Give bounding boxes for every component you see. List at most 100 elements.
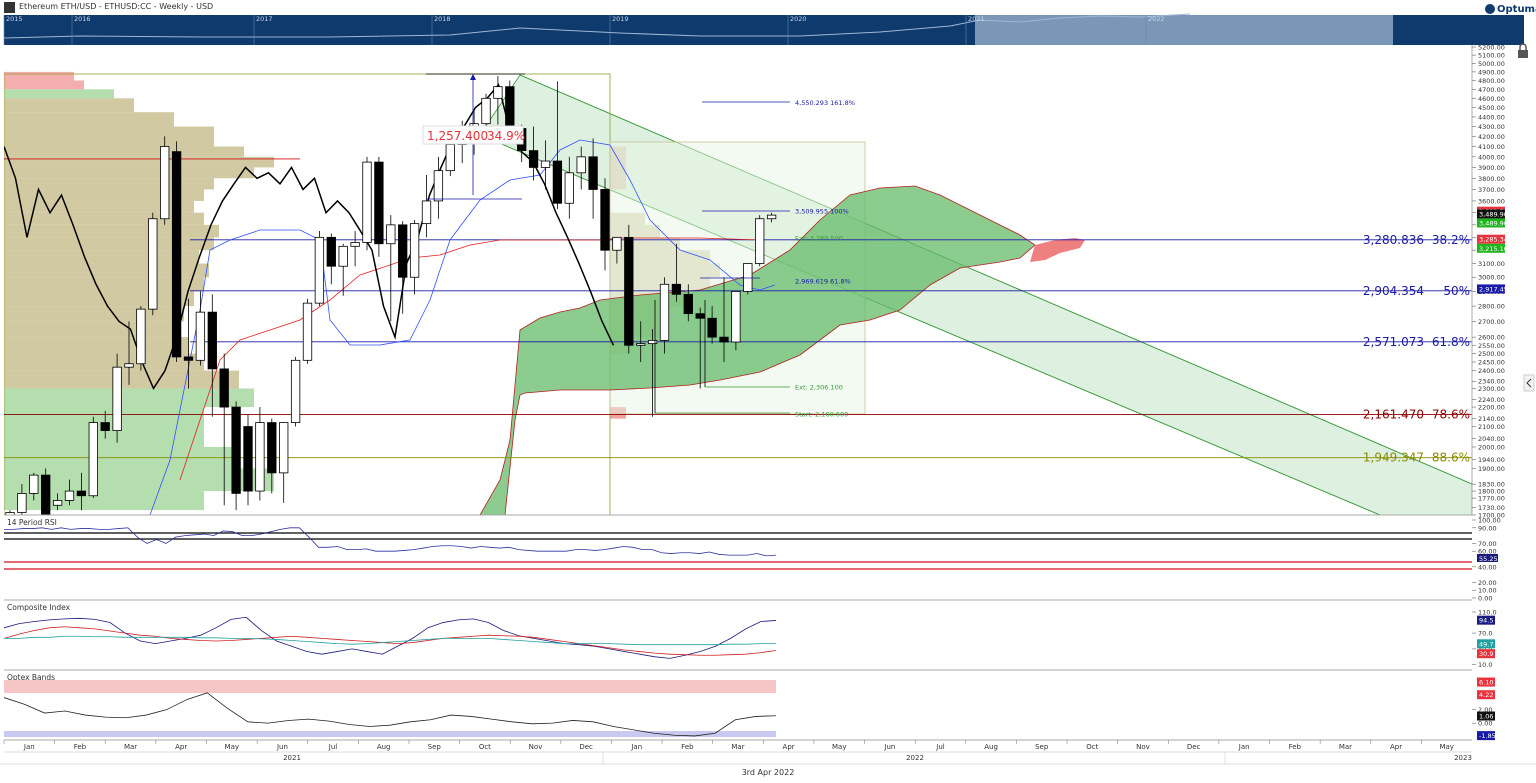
navigator-selection[interactable] [975, 15, 1393, 45]
volume-profile-bar [4, 156, 274, 168]
month-label: Dec [1187, 743, 1201, 751]
candle-body [612, 236, 622, 251]
candle-body [207, 311, 217, 370]
candle-body [136, 308, 146, 365]
collapse-panel-icon[interactable] [1523, 374, 1535, 392]
month-label: Jul [935, 743, 945, 751]
candle-body [433, 170, 444, 202]
volume-profile-bar [4, 388, 254, 408]
candle-body [421, 200, 432, 225]
candle-body [279, 422, 289, 474]
candle-body [52, 500, 63, 506]
time-axis[interactable]: Jan Feb Mar Apr May Jun Jul Aug Sep Oct Nov Dec Jan F… [0, 739, 1536, 777]
volume-profile-bar [4, 89, 114, 99]
month-label: Jun [883, 743, 895, 751]
volume-profile-bar [4, 167, 254, 179]
month-label: Sep [428, 743, 442, 751]
indicator-tick-label: 70.0 [1478, 630, 1492, 638]
rsi-line [4, 527, 777, 557]
menu-icon[interactable] [4, 2, 15, 13]
candle-body [302, 302, 313, 361]
indicator-tag-text: 49.7 [1479, 640, 1493, 648]
month-label: Feb [1289, 743, 1302, 751]
fib-level-price: 2,571.073 [1363, 335, 1424, 349]
candle-body [671, 283, 682, 295]
fib-level-percent: 88.6% [1432, 451, 1470, 465]
price-tick-label: 2100.00 [1478, 423, 1505, 431]
candle-body [683, 293, 693, 315]
price-tick-label: 3800.00 [1478, 175, 1505, 183]
month-label: Nov [529, 743, 543, 751]
price-tick-label: 2550.00 [1478, 342, 1505, 350]
price-tick-label: 5200.00 [1478, 44, 1505, 52]
price-panel[interactable]: 3,280.836 38.2% 2,904.354 50% 2,571.073 61.8%… [4, 43, 1535, 528]
price-tick-label: 2200.00 [1478, 404, 1505, 412]
month-label: Feb [681, 743, 694, 751]
candle-body [76, 490, 87, 497]
composite-line [3, 616, 777, 659]
volume-profile-bar [4, 126, 214, 147]
date-footer: 3rd Apr 2022 [742, 768, 795, 777]
fib-projection-label: 2,969.619 61.8% [795, 278, 851, 286]
candle-body [255, 422, 265, 492]
navigator-year-label: 2021 [968, 15, 985, 23]
timeline-navigator[interactable]: 2015 2016 2017 2018 2019 2020 2021 2022 [3, 13, 1524, 45]
price-tick-label: 3700.00 [1478, 186, 1505, 194]
volume-profile-bar [4, 80, 84, 90]
indicator-tick-label: 10.0 [1478, 661, 1492, 669]
price-tick-label: 1770.00 [1478, 495, 1505, 503]
ethereum-weekly-chart[interactable]: Ethereum ETH/USD - ETHUSD:CC - Weekly - … [0, 0, 1536, 783]
indicator-tick-label: 40.00 [1478, 563, 1497, 571]
fib-projection-label: 4,550.293 161.8% [795, 99, 855, 107]
price-tag-text: 2,917.45 [1479, 285, 1508, 293]
candle-body [493, 86, 503, 99]
indicator-tag-text: 30.9 [1479, 650, 1493, 658]
month-label: Jan [1238, 743, 1250, 751]
composite-title: Composite Index [7, 603, 71, 612]
candle-body [528, 150, 539, 168]
chart-title: Ethereum ETH/USD - ETHUSD:CC - Weekly - … [19, 2, 213, 11]
month-label: Apr [175, 743, 187, 751]
lock-icon[interactable] [1518, 43, 1528, 58]
month-label: May [832, 743, 846, 751]
price-tick-label: 4900.00 [1478, 68, 1505, 76]
price-tick-label: 3000.00 [1478, 274, 1505, 282]
indicator-tick-label: 100.00 [1478, 517, 1501, 525]
price-tick-label: 2800.00 [1478, 303, 1505, 311]
indicator-tick-label: 0.00 [1478, 720, 1492, 728]
navigator-year-label: 2018 [434, 15, 451, 23]
candle-body [647, 339, 658, 345]
volume-profile-bar [4, 291, 194, 307]
navigator-year-label: 2020 [790, 15, 807, 23]
candle-body [350, 242, 360, 247]
fib-level-percent: 78.6% [1432, 407, 1470, 421]
price-tick-label: 2500.00 [1478, 350, 1505, 358]
volume-profile-bar [4, 337, 189, 354]
month-label: Jan [23, 743, 35, 751]
candle-body [148, 218, 158, 310]
price-tick-label: 4500.00 [1478, 104, 1505, 112]
rsi-panel[interactable]: 14 Period RSI 100.0090.0070.0060.0040.00… [4, 514, 1501, 603]
price-tick-label: 2140.00 [1478, 415, 1505, 423]
month-label: Aug [377, 743, 391, 751]
month-label: Mar [731, 743, 744, 751]
candle-body [576, 156, 586, 174]
price-tick-label: 3900.00 [1478, 164, 1505, 172]
optex-bands-panel[interactable]: Optex Bands 2.000.00 6.104.221.06-1.85 [3, 669, 1496, 741]
candle-body [481, 97, 491, 125]
candle-body [386, 224, 396, 245]
indicator-tag-text: -1.85 [1479, 732, 1496, 740]
price-tag-text: 3,285.34 [1479, 236, 1508, 244]
candle-body [695, 313, 705, 319]
composite-index-panel[interactable]: Composite Index 110.070.040.010.0 94.549… [3, 599, 1497, 669]
price-tick-label: 4400.00 [1478, 113, 1505, 121]
month-label: Apr [783, 743, 795, 751]
volume-profile-bar [4, 146, 244, 157]
price-tick-label: 5000.00 [1478, 60, 1505, 68]
price-axis[interactable]: 5200.005100.005000.004900.004800.004700.… [1472, 44, 1505, 520]
candle-body [374, 161, 384, 245]
month-label: Oct [1086, 743, 1098, 751]
volume-profile-bar [4, 178, 214, 190]
volume-profile-bar [4, 321, 174, 338]
candle-body [171, 151, 182, 358]
